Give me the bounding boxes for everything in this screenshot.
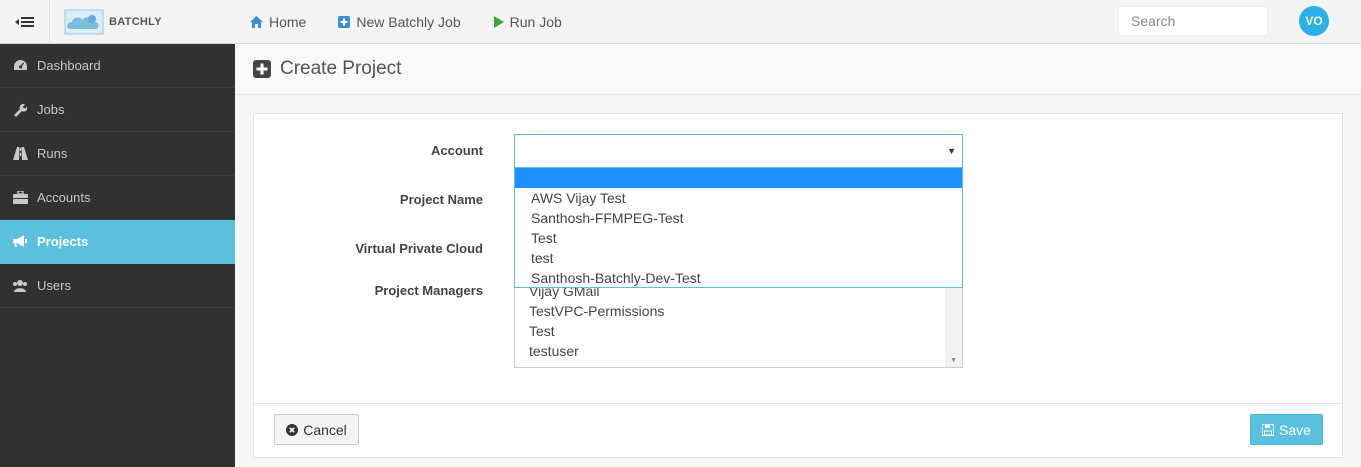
search-input[interactable] [1118, 6, 1268, 36]
list-item[interactable]: Test [515, 321, 962, 341]
nav-run-job[interactable]: Run Job [493, 14, 562, 30]
scroll-down-arrow-icon[interactable]: ▼ [950, 357, 957, 364]
sidebar: Dashboard Jobs Runs Accounts Projects Us… [0, 44, 235, 467]
sidebar-item-label: Projects [37, 234, 89, 249]
save-button-label: Save [1279, 421, 1311, 438]
page-title: Create Project [280, 58, 402, 79]
floppy-disk-icon [1262, 423, 1275, 436]
nav-home[interactable]: Home [250, 14, 306, 30]
save-button[interactable]: Save [1250, 414, 1323, 445]
list-item[interactable]: testuser [515, 341, 962, 361]
top-nav: Home New Batchly Job Run Job [250, 0, 594, 44]
home-icon [250, 16, 263, 28]
sidebar-item-runs[interactable]: Runs [0, 132, 235, 176]
plus-square-icon [338, 16, 351, 28]
dropdown-option[interactable]: Santhosh-FFMPEG-Test [515, 208, 962, 228]
dropdown-option[interactable]: Test [515, 228, 962, 248]
vpc-label: Virtual Private Cloud [355, 241, 483, 256]
menu-collapse-icon [14, 17, 34, 27]
sidebar-item-projects[interactable]: Projects [0, 220, 235, 264]
project-managers-label: Project Managers [374, 283, 483, 298]
dropdown-option[interactable]: Santhosh-Batchly-Dev-Test [515, 268, 962, 288]
project-name-label: Project Name [399, 192, 483, 207]
dashboard-icon [12, 58, 28, 74]
times-circle-icon [286, 423, 299, 436]
sidebar-item-accounts[interactable]: Accounts [0, 176, 235, 220]
account-label: Account [431, 143, 483, 158]
brand-name: BATCHLY [109, 16, 162, 28]
cancel-button[interactable]: Cancel [274, 414, 359, 445]
list-item[interactable]: TestVPC-Permissions [515, 301, 962, 321]
sidebar-item-label: Runs [37, 146, 68, 161]
sidebar-item-label: Accounts [37, 190, 91, 205]
cancel-button-label: Cancel [303, 421, 347, 438]
top-navbar: BATCHLY Home New Batchly Job Run Job VO [0, 0, 1361, 44]
scrollbar[interactable]: ▼ [945, 285, 962, 367]
sidebar-item-users[interactable]: Users [0, 264, 235, 308]
page-header: Create Project [235, 44, 1361, 95]
divider [254, 403, 1342, 404]
user-avatar[interactable]: VO [1299, 6, 1329, 36]
dropdown-option[interactable]: test [515, 248, 962, 268]
brand[interactable]: BATCHLY [64, 6, 162, 38]
bullhorn-icon [12, 234, 28, 250]
nav-run-job-label: Run Job [509, 14, 562, 30]
nav-new-batchly-job-label: New Batchly Job [356, 14, 461, 30]
sidebar-item-dashboard[interactable]: Dashboard [0, 44, 235, 88]
users-icon [12, 278, 28, 294]
sidebar-item-jobs[interactable]: Jobs [0, 88, 235, 132]
sidebar-item-label: Dashboard [37, 58, 101, 73]
batchly-cloud-logo [64, 9, 104, 35]
nav-home-label: Home [269, 14, 307, 30]
account-select[interactable]: ▼ [514, 134, 963, 168]
briefcase-icon [12, 190, 28, 206]
wrench-icon [12, 102, 28, 118]
caret-down-icon: ▼ [947, 146, 956, 156]
sidebar-item-label: Users [37, 278, 71, 293]
nav-new-batchly-job[interactable]: New Batchly Job [338, 14, 461, 30]
dropdown-option[interactable] [515, 168, 962, 188]
play-icon [493, 16, 504, 28]
project-managers-listbox[interactable]: Vijay GMail TestVPC-Permissions Test tes… [514, 284, 963, 368]
plus-square-icon [253, 60, 271, 78]
sidebar-item-label: Jobs [37, 102, 65, 117]
dropdown-option[interactable]: AWS Vijay Test [515, 188, 962, 208]
sidebar-toggle-button[interactable] [0, 0, 50, 44]
road-icon [12, 146, 28, 162]
account-dropdown-list: AWS Vijay Test Santhosh-FFMPEG-Test Test… [514, 167, 963, 288]
